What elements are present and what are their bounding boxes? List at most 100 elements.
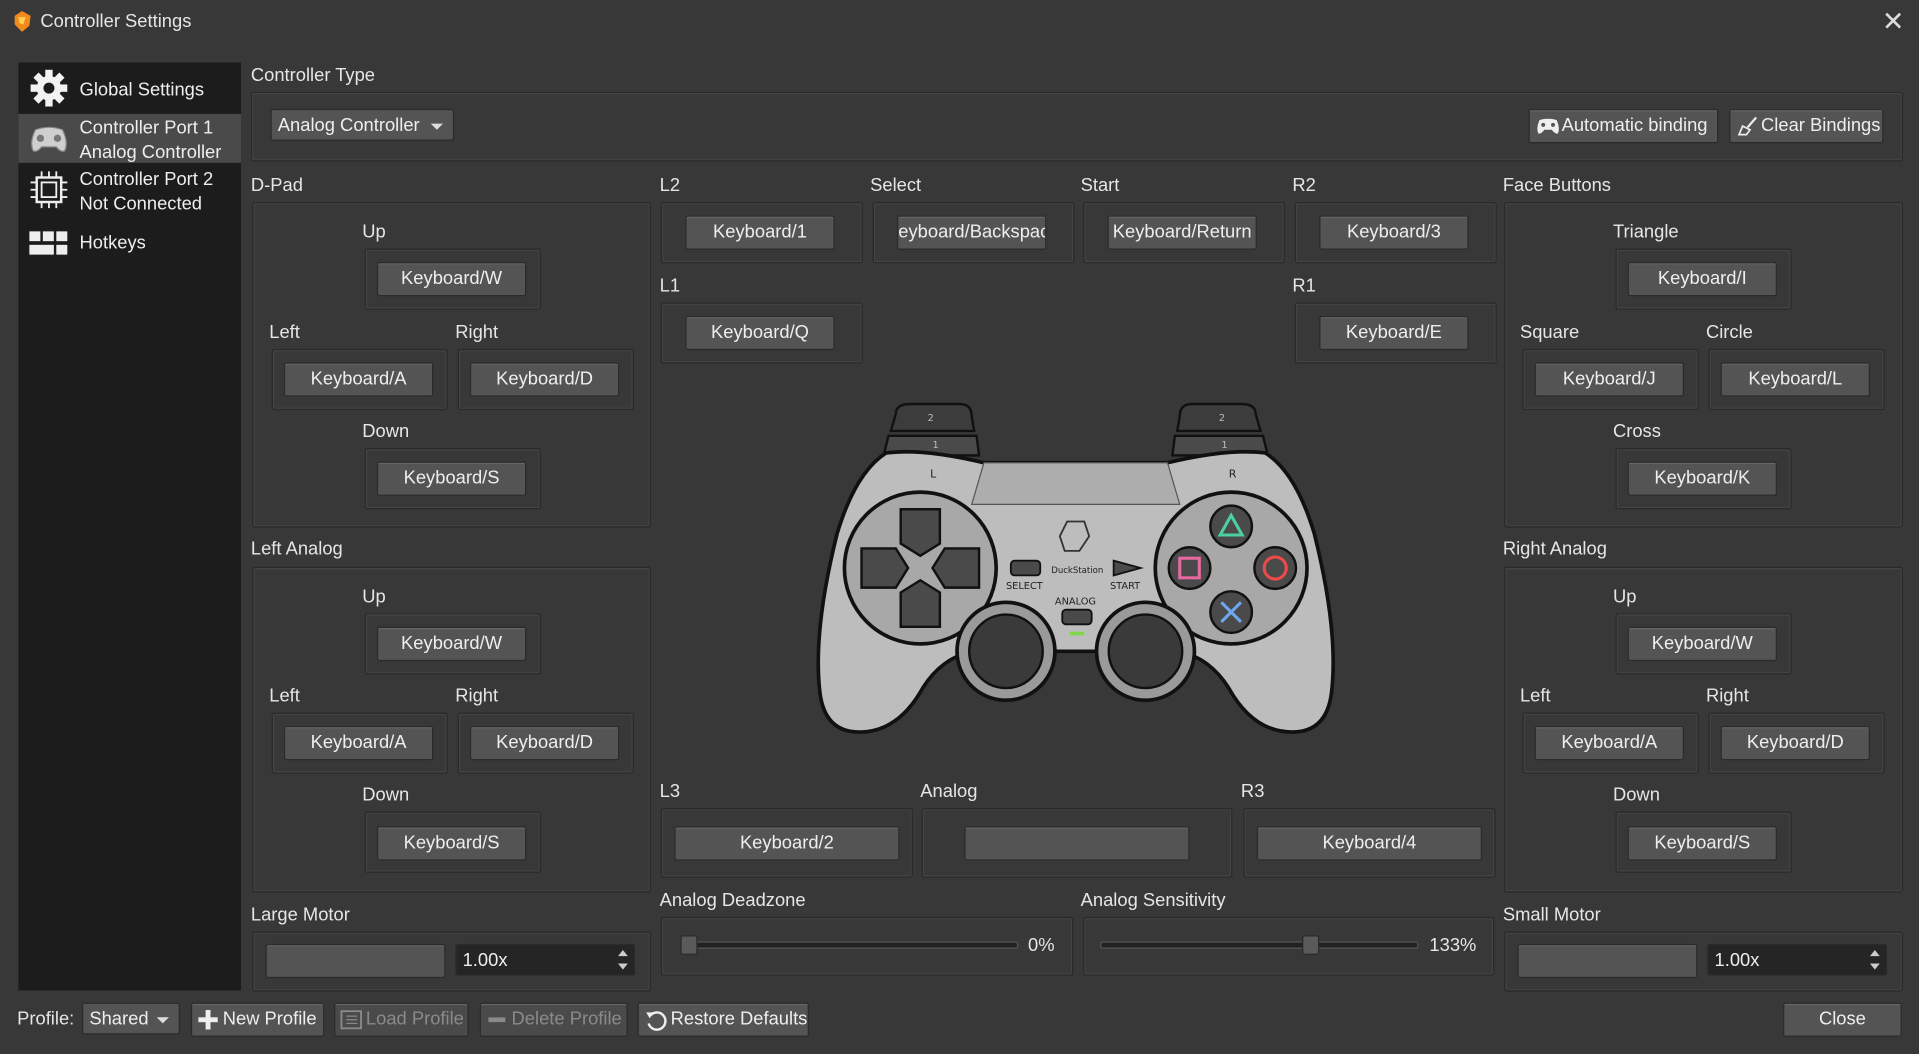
square-label: Square: [1519, 321, 1580, 343]
start-label: Start: [1080, 175, 1120, 196]
right-analog-left-binding-button[interactable]: Keyboard/A: [1534, 725, 1684, 761]
restore-icon: [646, 1011, 667, 1031]
spin-down-icon[interactable]: [614, 960, 631, 973]
document-list-icon: [340, 1010, 362, 1030]
controller-type-select[interactable]: Analog Controller: [270, 108, 455, 141]
analog-sensitivity-handle[interactable]: [1302, 935, 1320, 955]
left-analog-up-label: Up: [362, 586, 386, 608]
profile-label: Profile:: [17, 1008, 75, 1030]
large-motor-scale-value: 1.00x: [462, 949, 508, 971]
small-motor-label: Small Motor: [1502, 904, 1601, 926]
left-analog-right-binding-button[interactable]: Keyboard/D: [469, 725, 620, 761]
r2-label: R2: [1292, 175, 1316, 196]
dpad-up-binding-button[interactable]: Keyboard/W: [376, 261, 527, 297]
l1-binding-button[interactable]: Keyboard/Q: [685, 315, 835, 351]
dpad-right-binding-button[interactable]: Keyboard/D: [469, 362, 620, 397]
load-profile-button[interactable]: Load Profile: [334, 1002, 469, 1037]
sidebar-item-controller-port-1[interactable]: Controller Port 1 Analog Controller: [18, 113, 242, 163]
chevron-down-icon: [430, 123, 444, 130]
small-motor-scale-value: 1.00x: [1714, 949, 1760, 971]
triangle-label: Triangle: [1612, 221, 1679, 243]
broom-icon: [1737, 116, 1757, 136]
sidebar-item-sublabel: Not Connected: [79, 193, 203, 215]
pad-l-text: L: [930, 467, 937, 480]
chip-icon: [30, 171, 68, 209]
cross-binding-button[interactable]: Keyboard/K: [1627, 461, 1777, 496]
pad-r2-text: 2: [1219, 413, 1225, 424]
pad-r-text: R: [1229, 467, 1237, 480]
cross-label: Cross: [1612, 421, 1661, 442]
sidebar-item-label: Controller Port 2: [79, 168, 214, 190]
new-profile-label: New Profile: [222, 1008, 317, 1030]
sidebar-item-controller-port-2[interactable]: Controller Port 2 Not Connected: [18, 165, 241, 214]
small-motor-scale-spinbox[interactable]: 1.00x: [1707, 943, 1888, 976]
face-buttons-heading: Face Buttons: [1502, 175, 1611, 196]
profile-value: Shared: [89, 1008, 149, 1030]
triangle-binding-button[interactable]: Keyboard/I: [1627, 261, 1777, 297]
sidebar-item-hotkeys[interactable]: Hotkeys: [18, 219, 241, 268]
right-analog-up-binding-button[interactable]: Keyboard/W: [1627, 626, 1777, 662]
select-label: Select: [870, 175, 922, 196]
spin-up-icon[interactable]: [1866, 946, 1883, 959]
analog-deadzone-value: 0%: [1027, 935, 1055, 957]
dpad-heading: D-Pad: [250, 175, 303, 196]
r2-binding-button[interactable]: Keyboard/3: [1319, 215, 1469, 250]
dpad-left-binding-button[interactable]: Keyboard/A: [283, 362, 434, 397]
sidebar-item-global-settings[interactable]: Global Settings: [18, 65, 241, 114]
large-motor-scale-spinbox[interactable]: 1.00x: [455, 943, 636, 976]
r3-label: R3: [1240, 781, 1265, 802]
automatic-binding-label: Automatic binding: [1561, 115, 1708, 136]
square-binding-button[interactable]: Keyboard/J: [1534, 362, 1684, 397]
spin-up-icon[interactable]: [614, 946, 631, 959]
left-analog-left-binding-button[interactable]: Keyboard/A: [283, 725, 434, 761]
right-analog-down-binding-button[interactable]: Keyboard/S: [1627, 826, 1777, 861]
title-bar: [0, 0, 1919, 46]
select-binding-button[interactable]: eyboard/Backspac: [897, 215, 1047, 250]
controller-image: L R 1 1 2 2 SELECT START ANALOG DuckStat…: [816, 402, 1336, 734]
dpad-down-binding-button[interactable]: Keyboard/S: [376, 461, 527, 496]
spin-down-icon[interactable]: [1866, 960, 1883, 973]
close-button[interactable]: Close: [1783, 1002, 1902, 1037]
new-profile-button[interactable]: New Profile: [190, 1002, 325, 1037]
analog-sensitivity-label: Analog Sensitivity: [1080, 889, 1226, 911]
window-close-icon[interactable]: ✕: [1880, 8, 1907, 37]
delete-profile-button[interactable]: Delete Profile: [479, 1002, 628, 1037]
l3-binding-button[interactable]: Keyboard/2: [674, 826, 900, 861]
r3-binding-button[interactable]: Keyboard/4: [1256, 826, 1483, 861]
plus-icon: [198, 1009, 218, 1030]
pad-r1-text: 1: [1221, 440, 1227, 451]
small-motor-binding-button[interactable]: [1517, 943, 1698, 979]
sidebar: Global Settings Controller Port 1 Analog…: [18, 62, 242, 991]
l2-binding-button[interactable]: Keyboard/1: [685, 215, 835, 250]
pad-brand-text: DuckStation: [1051, 566, 1103, 576]
r1-binding-button[interactable]: Keyboard/E: [1319, 315, 1469, 351]
left-analog-down-binding-button[interactable]: Keyboard/S: [376, 826, 527, 861]
sidebar-item-label: Global Settings: [79, 79, 205, 101]
window-title: Controller Settings: [40, 11, 192, 32]
l3-label: L3: [659, 781, 681, 802]
right-analog-right-label: Right: [1705, 685, 1749, 707]
automatic-binding-button[interactable]: Automatic binding: [1528, 108, 1719, 144]
pad-start-text: START: [1110, 581, 1140, 592]
profile-select[interactable]: Shared: [81, 1002, 180, 1035]
large-motor-label: Large Motor: [250, 904, 350, 926]
analog-binding-button[interactable]: [964, 826, 1190, 861]
right-analog-down-label: Down: [1612, 784, 1660, 806]
start-binding-button[interactable]: Keyboard/Return: [1107, 215, 1257, 250]
controller-type-heading: Controller Type: [250, 64, 376, 86]
l1-label: L1: [659, 275, 681, 297]
left-analog-left-label: Left: [269, 685, 300, 707]
right-analog-right-binding-button[interactable]: Keyboard/D: [1720, 725, 1870, 761]
dpad-left-label: Left: [269, 321, 300, 343]
clear-bindings-label: Clear Bindings: [1761, 115, 1881, 136]
large-motor-binding-button[interactable]: [265, 943, 446, 979]
analog-deadzone-slider[interactable]: [680, 941, 1019, 949]
restore-defaults-button[interactable]: Restore Defaults: [637, 1002, 809, 1037]
left-analog-up-binding-button[interactable]: Keyboard/W: [376, 626, 527, 662]
analog-deadzone-handle[interactable]: [680, 935, 698, 955]
dpad-down-label: Down: [362, 421, 410, 442]
r1-label: R1: [1292, 275, 1316, 297]
circle-binding-button[interactable]: Keyboard/L: [1720, 362, 1870, 397]
clear-bindings-button[interactable]: Clear Bindings: [1729, 108, 1884, 144]
analog-sensitivity-slider[interactable]: [1100, 941, 1419, 949]
